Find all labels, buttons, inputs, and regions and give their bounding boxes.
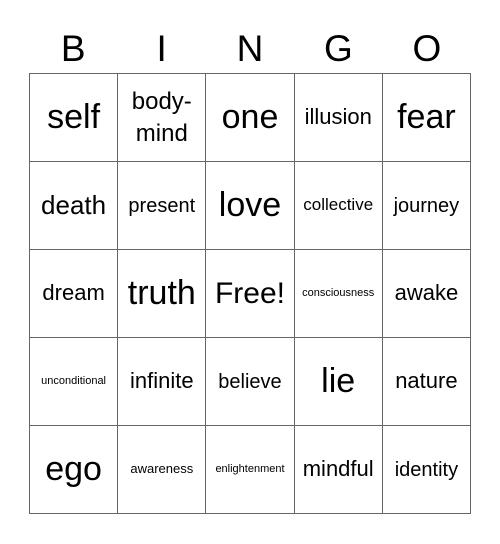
bingo-cell[interactable]: one: [205, 73, 294, 161]
bingo-cell[interactable]: dream: [29, 249, 118, 337]
bingo-cell[interactable]: body-mind: [117, 73, 206, 161]
bingo-cell[interactable]: truth: [117, 249, 206, 337]
bingo-cell[interactable]: illusion: [293, 73, 382, 161]
bingo-cell[interactable]: self: [29, 73, 118, 161]
bingo-cell[interactable]: nature: [381, 337, 470, 425]
bingo-cell[interactable]: fear: [381, 73, 470, 161]
header-letter-g: G: [324, 28, 353, 69]
bingo-cell[interactable]: present: [117, 161, 206, 249]
bingo-cell[interactable]: journey: [381, 161, 470, 249]
bingo-cell[interactable]: collective: [293, 161, 382, 249]
bingo-cell[interactable]: love: [205, 161, 294, 249]
bingo-cell[interactable]: awake: [381, 249, 470, 337]
bingo-cell[interactable]: mindful: [293, 425, 382, 513]
bingo-cell[interactable]: consciousness: [293, 249, 382, 337]
header-letter-n: N: [236, 28, 264, 69]
bingo-cell[interactable]: ego: [29, 425, 118, 513]
bingo-cell[interactable]: enlightenment: [205, 425, 294, 513]
bingo-cell[interactable]: awareness: [117, 425, 206, 513]
header-letter-i: I: [156, 28, 167, 69]
bingo-cell[interactable]: identity: [381, 425, 470, 513]
bingo-header: B I N G O: [29, 26, 471, 72]
free-space-cell[interactable]: Free!: [205, 249, 294, 337]
bingo-cell[interactable]: lie: [293, 337, 382, 425]
bingo-cell[interactable]: unconditional: [29, 337, 118, 425]
bingo-cell[interactable]: believe: [205, 337, 294, 425]
bingo-cell[interactable]: infinite: [117, 337, 206, 425]
header-letter-b: B: [60, 28, 86, 69]
header-letter-o: O: [412, 28, 442, 69]
bingo-grid: self body-mind one illusion fear death present…: [29, 73, 471, 514]
bingo-cell[interactable]: death: [29, 161, 118, 249]
